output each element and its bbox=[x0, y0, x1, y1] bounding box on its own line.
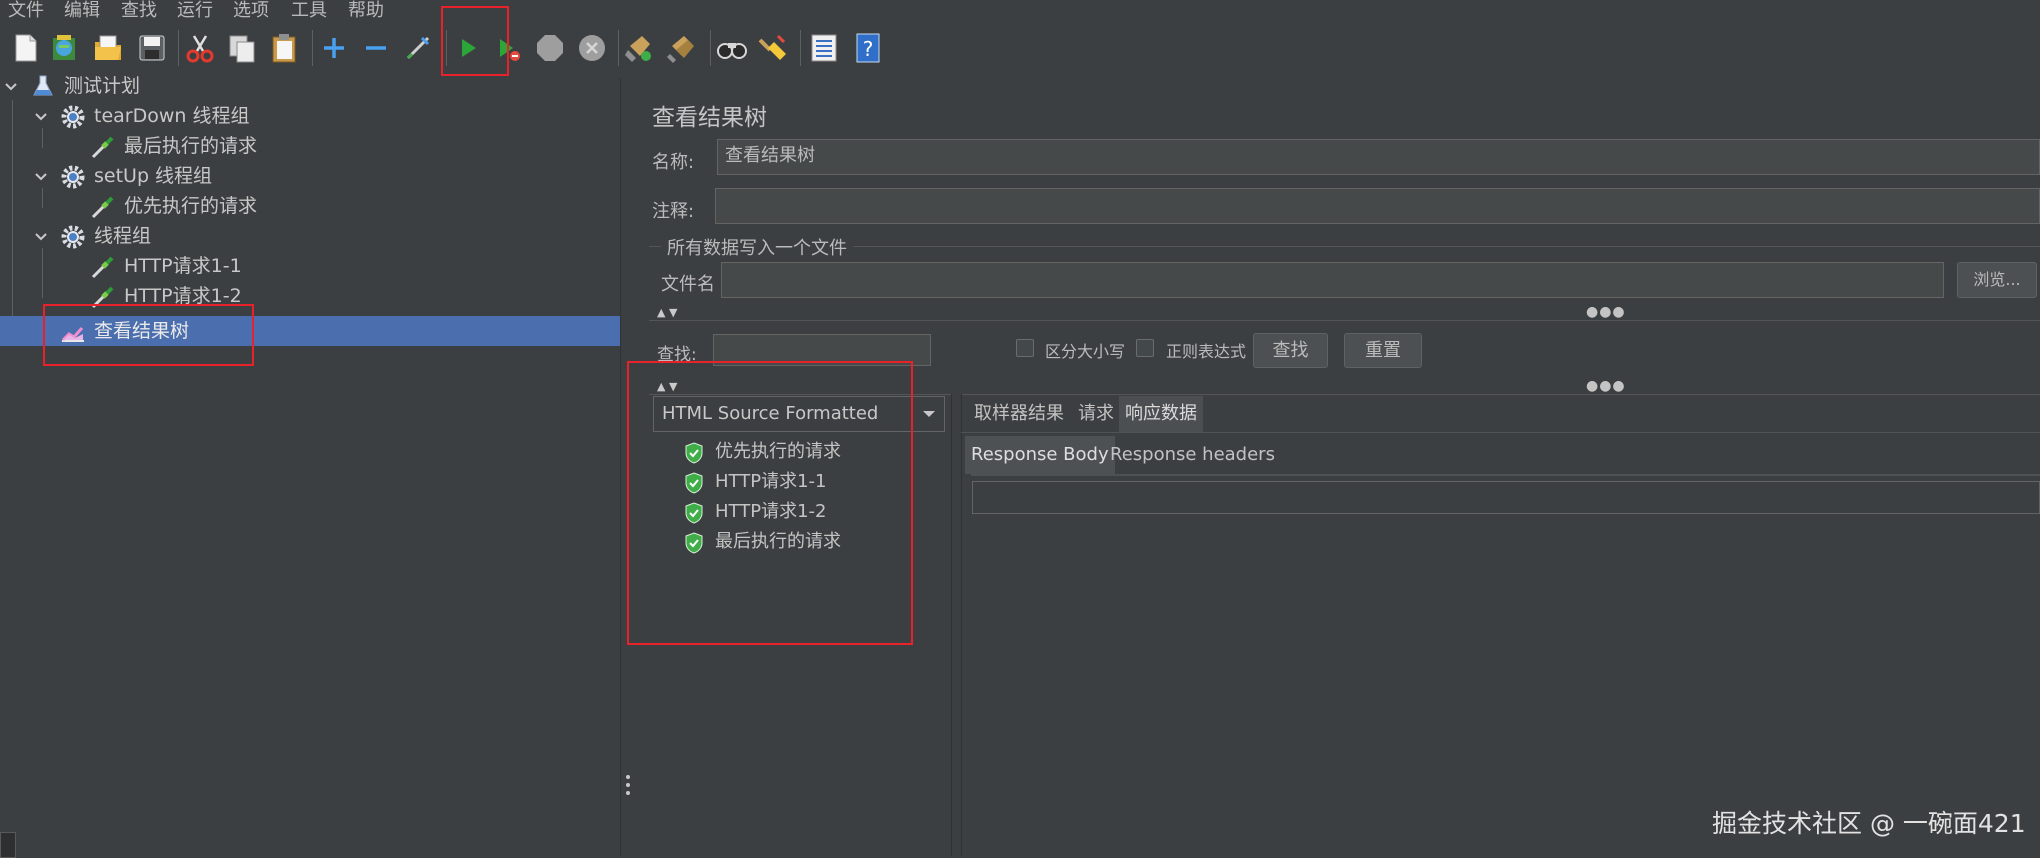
tab-response-headers[interactable]: Response headers bbox=[1104, 436, 1281, 474]
menu-run[interactable]: 运行 bbox=[177, 0, 213, 18]
tree-node-label: 优先执行的请求 bbox=[124, 195, 258, 217]
toolbar: ? bbox=[0, 6, 2040, 78]
tree-node-label: HTTP请求1-1 bbox=[124, 255, 242, 277]
menu-options[interactable]: 选项 bbox=[233, 0, 269, 18]
new-icon[interactable] bbox=[10, 32, 42, 64]
templates-icon[interactable] bbox=[48, 32, 80, 64]
clear-icon[interactable] bbox=[624, 32, 656, 64]
bottom-left-handle bbox=[0, 832, 16, 858]
tree-node-test-plan[interactable]: 测试计划 bbox=[0, 72, 620, 100]
tab-divider bbox=[961, 432, 2040, 433]
results-splitter[interactable] bbox=[951, 394, 962, 856]
function-helper-icon[interactable] bbox=[808, 32, 840, 64]
dropdown-arrow-icon[interactable] bbox=[922, 410, 936, 419]
collapse-arrows[interactable]: ▲ ▼ bbox=[657, 306, 677, 319]
menu-help[interactable]: 帮助 bbox=[348, 0, 384, 18]
help-icon[interactable]: ? bbox=[852, 32, 884, 64]
browse-button[interactable]: 浏览... bbox=[1957, 262, 2037, 298]
toggle-icon[interactable] bbox=[402, 32, 434, 64]
results-highlight-box bbox=[627, 361, 913, 645]
tab-response-data[interactable]: 响应数据 bbox=[1119, 396, 1203, 432]
tree-node-setup-group[interactable]: setUp 线程组 bbox=[0, 162, 620, 190]
menu-edit[interactable]: 编辑 bbox=[64, 0, 100, 18]
tree-node-http-request-1-1[interactable]: HTTP请求1-1 bbox=[0, 252, 620, 280]
chevron-down-icon[interactable] bbox=[34, 170, 48, 184]
tree-node-label: 线程组 bbox=[94, 225, 152, 247]
save-icon[interactable] bbox=[136, 32, 168, 64]
menu-bar: 文件 编辑 查找 运行 选项 工具 帮助 bbox=[0, 0, 2040, 18]
chevron-down-icon[interactable] bbox=[4, 80, 18, 94]
subtab-underline bbox=[971, 474, 2040, 476]
tree-node-label: setUp 线程组 bbox=[94, 165, 213, 187]
start-highlight-box bbox=[441, 6, 509, 76]
remove-icon[interactable] bbox=[360, 32, 392, 64]
menu-file[interactable]: 文件 bbox=[8, 0, 44, 18]
tree-node-teardown-group[interactable]: tearDown 线程组 bbox=[0, 102, 620, 130]
toolbar-separator bbox=[312, 30, 313, 66]
svg-text:?: ? bbox=[863, 37, 874, 61]
write-all-label: 所有数据写入一个文件 bbox=[661, 234, 853, 260]
tab-response-body[interactable]: Response Body bbox=[965, 436, 1115, 474]
clear-all-icon[interactable] bbox=[666, 32, 698, 64]
stop-icon[interactable] bbox=[534, 32, 566, 64]
splitter-grip-icon bbox=[626, 775, 630, 795]
gear-icon bbox=[61, 165, 85, 189]
gear-icon bbox=[61, 105, 85, 129]
case-sensitive-label: 区分大小写 bbox=[1045, 342, 1126, 361]
tab-sampler-result[interactable]: 取样器结果 bbox=[968, 396, 1070, 432]
tree-node-label: 测试计划 bbox=[64, 75, 141, 97]
section-border bbox=[649, 246, 2040, 247]
tab-request[interactable]: 请求 bbox=[1072, 396, 1120, 432]
sampler-pipette-icon bbox=[91, 256, 114, 279]
reset-search-icon[interactable] bbox=[756, 32, 788, 64]
menu-search[interactable]: 查找 bbox=[121, 0, 157, 18]
cut-icon[interactable] bbox=[184, 32, 216, 64]
search-icon[interactable] bbox=[716, 32, 748, 64]
shutdown-icon[interactable] bbox=[576, 32, 608, 64]
toolbar-separator bbox=[178, 30, 179, 66]
tree-node-label: 最后执行的请求 bbox=[124, 135, 258, 157]
toolbar-separator bbox=[710, 30, 711, 66]
sampler-pipette-icon bbox=[91, 136, 114, 159]
comment-field[interactable] bbox=[715, 188, 2040, 224]
filename-label: 文件名 bbox=[661, 274, 715, 295]
panel-title: 查看结果树 bbox=[652, 105, 767, 131]
reset-button[interactable]: 重置 bbox=[1344, 333, 1422, 368]
copy-icon[interactable] bbox=[226, 32, 258, 64]
tree-highlight-box bbox=[43, 304, 254, 366]
tree-node-last-request[interactable]: 最后执行的请求 bbox=[0, 132, 620, 160]
open-icon[interactable] bbox=[92, 32, 124, 64]
regex-label: 正则表达式 bbox=[1166, 342, 1247, 361]
flask-icon bbox=[33, 75, 53, 96]
tree-node-thread-group[interactable]: 线程组 bbox=[0, 222, 620, 250]
case-sensitive-checkbox[interactable] bbox=[1016, 339, 1034, 357]
gear-icon bbox=[61, 225, 85, 249]
toolbar-separator bbox=[800, 30, 801, 66]
sampler-pipette-icon bbox=[91, 196, 114, 219]
paste-icon[interactable] bbox=[268, 32, 300, 64]
response-body-search-field[interactable] bbox=[972, 481, 2040, 514]
regex-checkbox[interactable] bbox=[1136, 339, 1154, 357]
name-label: 名称: bbox=[652, 152, 695, 173]
divider-grip-icon[interactable]: ●●● bbox=[1586, 304, 1626, 320]
toolbar-separator bbox=[618, 30, 619, 66]
chevron-down-icon[interactable] bbox=[34, 110, 48, 124]
menu-tools[interactable]: 工具 bbox=[291, 0, 327, 18]
divider-line bbox=[649, 320, 2040, 321]
filename-field[interactable] bbox=[721, 262, 1944, 298]
name-field[interactable]: 查看结果树 bbox=[717, 139, 2040, 175]
comment-label: 注释: bbox=[652, 201, 695, 222]
view-results-tree-panel: 查看结果树 名称: 查看结果树 注释: 所有数据写入一个文件 文件名 浏览...… bbox=[627, 78, 2040, 856]
find-button[interactable]: 查找 bbox=[1253, 333, 1328, 368]
chevron-down-icon[interactable] bbox=[34, 230, 48, 244]
watermark: 掘金技术社区 @ 一碗面421 bbox=[1712, 809, 2026, 838]
add-icon[interactable] bbox=[318, 32, 350, 64]
test-plan-tree: 测试计划 tearDown 线程组 最后执行的请求 setUp 线程组 优先执行… bbox=[0, 75, 621, 856]
tree-node-label: tearDown 线程组 bbox=[94, 105, 250, 127]
divider-grip-icon[interactable]: ●●● bbox=[1586, 378, 1626, 394]
tree-node-first-request[interactable]: 优先执行的请求 bbox=[0, 192, 620, 220]
